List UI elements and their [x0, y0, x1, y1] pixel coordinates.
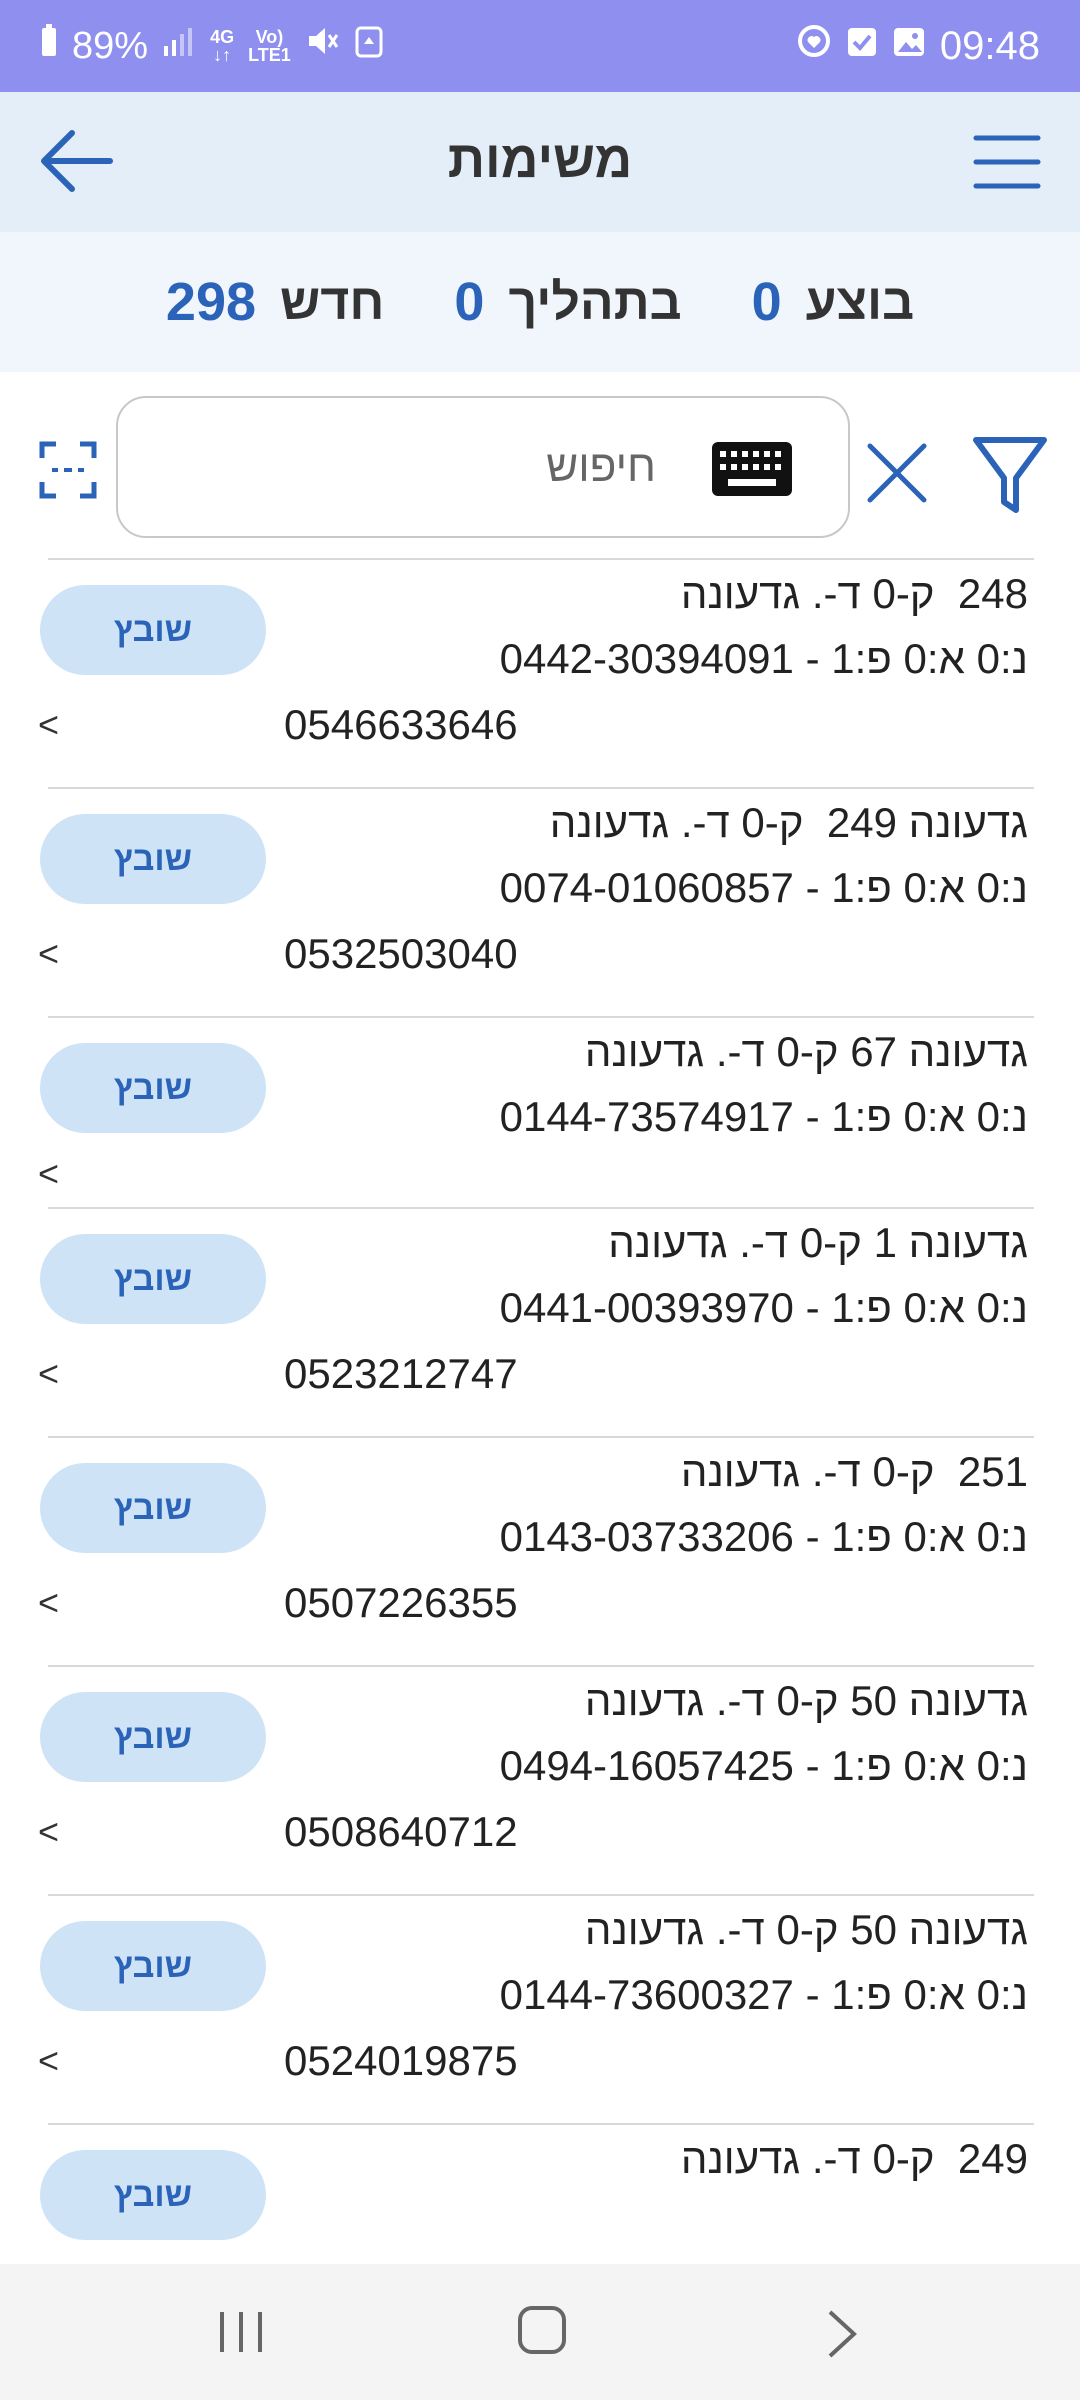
list-item[interactable]: גדעונה 249 ק-0 ד-. גדעונה נ:0 א:0 פ:1 - …: [38, 789, 1034, 1018]
task-title: 249 ק-0 ד-. גדעונה: [680, 2135, 1028, 2182]
assigned-button[interactable]: שובץ: [40, 1234, 266, 1324]
status-bar-right: 09:48: [796, 23, 1040, 69]
scan-button[interactable]: [38, 440, 98, 500]
close-icon: [867, 443, 927, 503]
chevron-icon: <: [38, 1353, 60, 1394]
stat-count: 298: [165, 272, 257, 332]
gallery-icon: [892, 25, 926, 68]
chevron-icon: <: [38, 1582, 60, 1623]
task-details: נ:0 א:0 פ:1 - 0494-16057425: [499, 1742, 1028, 1789]
list-item[interactable]: גדעונה 1 ק-0 ד-. גדעונה נ:0 א:0 פ:1 - 04…: [38, 1209, 1034, 1438]
assigned-button[interactable]: שובץ: [40, 814, 266, 904]
stat-in-progress[interactable]: בתהליך 0: [454, 271, 681, 333]
keyboard-icon: [712, 442, 792, 496]
filter-icon: [973, 437, 1047, 513]
task-title: גדעונה 67 ק-0 ד-. גדעונה: [584, 1028, 1028, 1075]
assigned-button[interactable]: שובץ: [40, 1043, 266, 1133]
search-box[interactable]: [116, 396, 850, 538]
stat-label: חדש: [280, 274, 385, 330]
barcode-scan-icon: [39, 441, 97, 499]
task-list-content: 0523338148 < 248 ק-0 ד-. גדעונה נ:0 א:0 …: [0, 558, 1080, 2264]
task-phone: 0532503040: [284, 930, 518, 977]
filter-button[interactable]: [970, 432, 1050, 518]
task-title: גדעונה 249 ק-0 ד-. גדעונה: [549, 799, 1028, 846]
recent-apps-icon: [220, 2312, 262, 2352]
chevron-icon: <: [38, 1811, 60, 1852]
task-phone: 0546633646: [284, 701, 518, 748]
signal-icon: [162, 24, 196, 68]
list-item[interactable]: גדעונה 50 ק-0 ד-. גדעונה נ:0 א:0 פ:1 - 0…: [38, 1667, 1034, 1896]
stat-label: בוצע: [805, 274, 915, 330]
keyboard-button[interactable]: [712, 442, 792, 496]
recent-apps-button[interactable]: [214, 2308, 268, 2356]
task-title: 248 ק-0 ד-. גדעונה: [680, 570, 1028, 617]
search-input[interactable]: [234, 436, 658, 498]
page-title: משימות: [447, 131, 633, 189]
chevron-icon: <: [38, 933, 60, 974]
assigned-button[interactable]: שובץ: [40, 585, 266, 675]
assigned-button[interactable]: שובץ: [40, 2150, 266, 2240]
stat-done[interactable]: בוצע 0: [752, 271, 915, 333]
task-phone: 0524019875: [284, 2037, 518, 2084]
task-title: גדעונה 50 ק-0 ד-. גדעונה: [584, 1677, 1028, 1724]
task-details: נ:0 א:0 פ:1 - 0074-01060857: [499, 864, 1028, 911]
stat-label: בתהליך: [508, 274, 682, 330]
clear-search-button[interactable]: [864, 440, 930, 506]
list-item[interactable]: 248 ק-0 ד-. גדעונה נ:0 א:0 פ:1 - 0442-30…: [38, 560, 1034, 789]
assigned-button[interactable]: שובץ: [40, 1921, 266, 2011]
sync-icon: [796, 23, 832, 69]
task-phone: 0523212747: [284, 1350, 518, 1397]
chevron-icon: <: [38, 2040, 60, 2081]
app-header: משימות: [0, 92, 1080, 232]
task-phone: 0508640712: [284, 1808, 518, 1855]
status-bar-left: 89% 4G ↓↑ Vo) LTE1: [40, 24, 383, 68]
list-item[interactable]: גדעונה 67 ק-0 ד-. גדעונה נ:0 א:0 פ:1 - 0…: [38, 1018, 1034, 1209]
hamburger-menu-icon: [973, 135, 1041, 189]
status-summary: בוצע 0 בתהליך 0 חדש 298: [0, 232, 1080, 372]
clock: 09:48: [939, 23, 1040, 68]
assigned-button[interactable]: שובץ: [40, 1463, 266, 1553]
volte-indicator: Vo) LTE1: [248, 27, 291, 65]
chevron-icon: <: [38, 1153, 60, 1194]
stat-new[interactable]: חדש 298: [166, 271, 384, 333]
list-item[interactable]: 249 ק-0 ד-. גדעונה שובץ: [40, 2125, 1034, 2264]
mute-icon: [305, 24, 341, 68]
recycle-icon: [355, 24, 383, 68]
assigned-button[interactable]: שובץ: [40, 1692, 266, 1782]
home-icon: [518, 2306, 566, 2354]
stat-count: 0: [454, 272, 485, 332]
list-item[interactable]: גדעונה 50 ק-0 ד-. גדעונה נ:0 א:0 פ:1 - 0…: [38, 1896, 1034, 2125]
status-bar: 89% 4G ↓↑ Vo) LTE1 09:48: [0, 0, 1080, 92]
battery-level: 89%: [72, 24, 149, 67]
task-list[interactable]: 0523338148 < 248 ק-0 ד-. גדעונה נ:0 א:0 …: [0, 558, 1080, 2264]
network-type: 4G ↓↑: [210, 27, 235, 65]
task-details: נ:0 א:0 פ:1 - 0144-73600327: [499, 1971, 1028, 2018]
list-item[interactable]: 251 ק-0 ד-. גדעונה נ:0 א:0 פ:1 - 0143-03…: [38, 1438, 1034, 1667]
nav-back-button[interactable]: [822, 2308, 862, 2360]
chevron-icon: <: [38, 704, 60, 745]
checkbox-notification-icon: [846, 25, 878, 68]
task-details: נ:0 א:0 פ:1 - 0143-03733206: [499, 1513, 1028, 1560]
home-button[interactable]: [516, 2304, 568, 2356]
stat-count: 0: [751, 272, 782, 332]
task-phone: 0507226355: [284, 1579, 518, 1626]
task-details: נ:0 א:0 פ:1 - 0442-30394091: [499, 635, 1028, 682]
task-title: 251 ק-0 ד-. גדעונה: [680, 1448, 1028, 1495]
task-details: נ:0 א:0 פ:1 - 0144-73574917: [499, 1093, 1028, 1140]
menu-button[interactable]: [972, 132, 1042, 192]
chevron-right-icon: [828, 2310, 857, 2358]
system-nav-bar: [0, 2264, 1080, 2400]
task-title: גדעונה 50 ק-0 ד-. גדעונה: [584, 1906, 1028, 1953]
battery-icon: [40, 24, 58, 68]
task-title: גדעונה 1 ק-0 ד-. גדעונה: [608, 1219, 1028, 1266]
task-details: נ:0 א:0 פ:1 - 0441-00393970: [499, 1284, 1028, 1331]
